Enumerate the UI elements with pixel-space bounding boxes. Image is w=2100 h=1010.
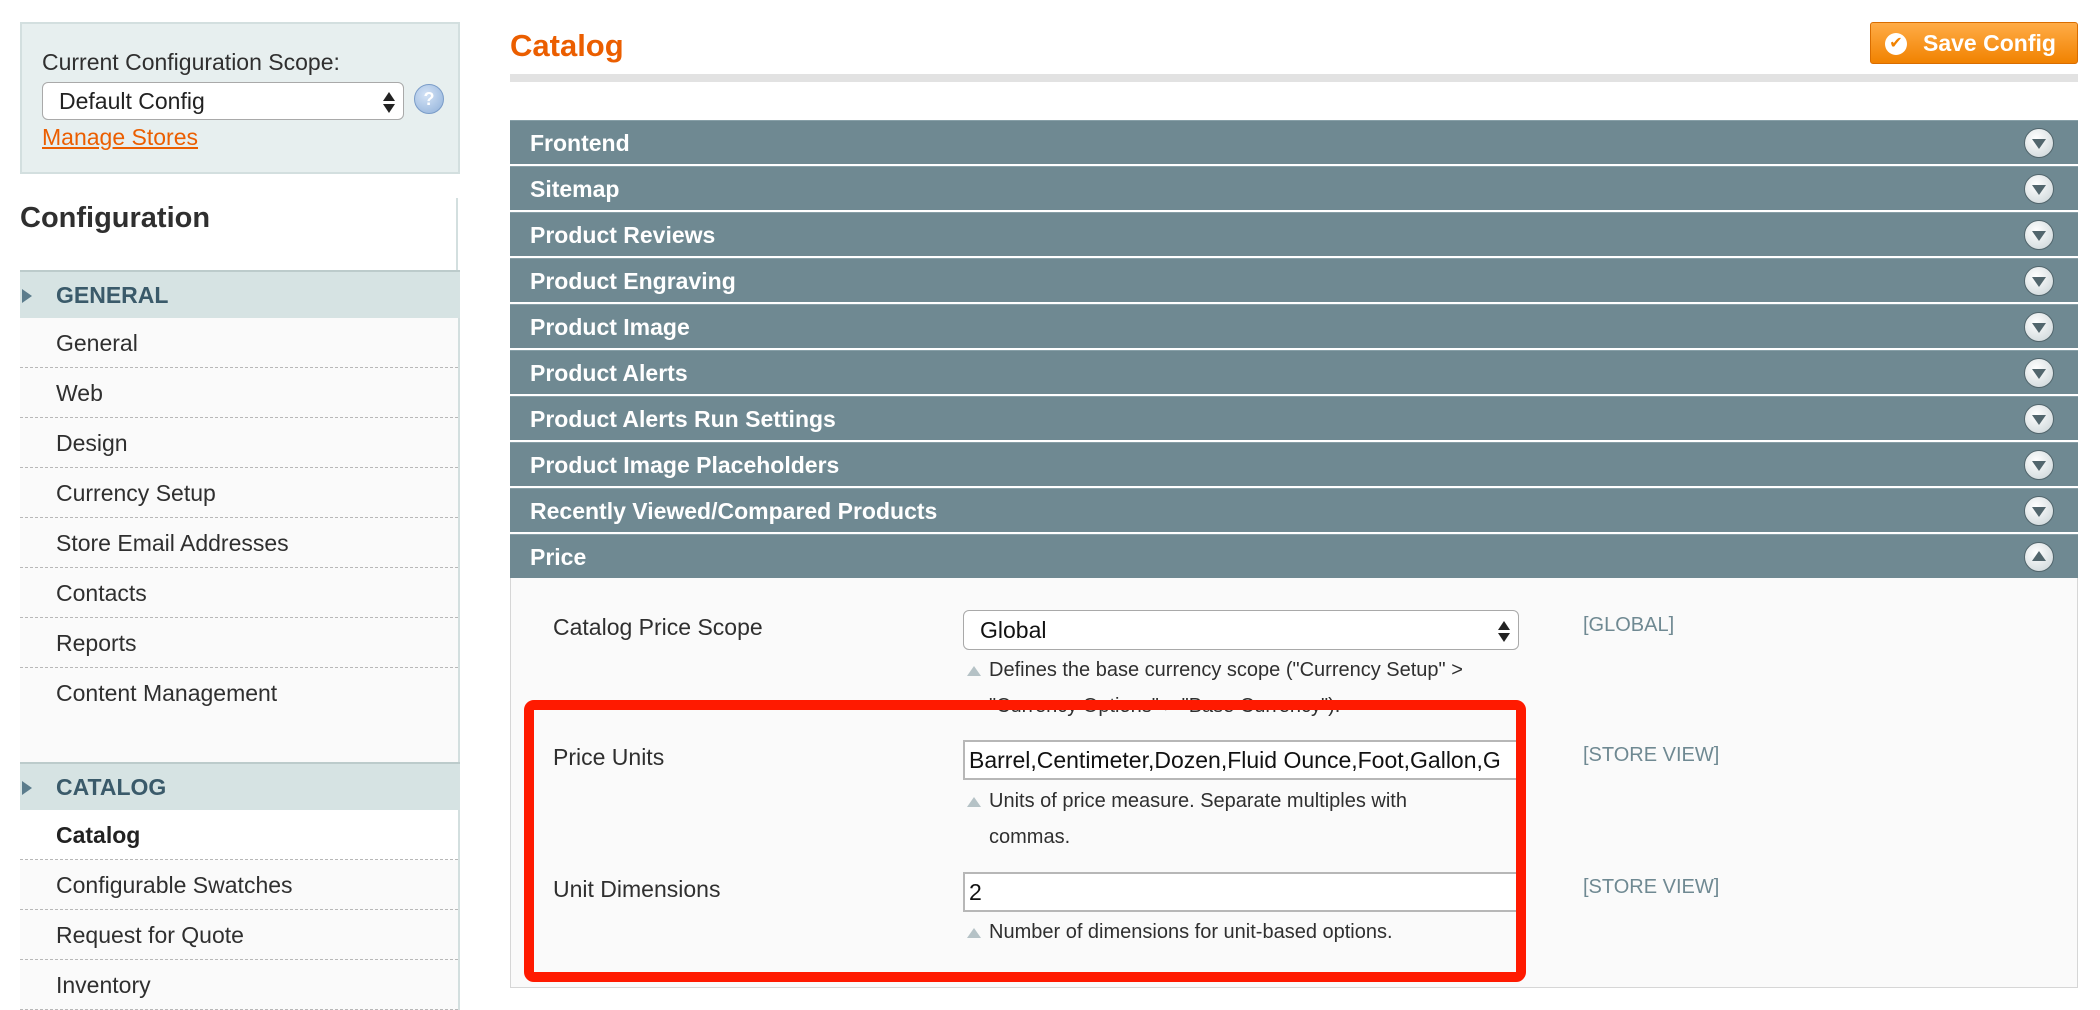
price-scope-note-line1: Defines the base currency scope ("Curren… [989,659,1463,681]
section-product-engraving[interactable]: Product Engraving [510,258,2078,302]
expand-icon[interactable] [2024,174,2054,204]
section-frontend[interactable]: Frontend [510,120,2078,164]
price-units-scope: [STORE VIEW] [1583,744,1720,766]
collapse-icon[interactable] [2024,542,2054,572]
section-label: Recently Viewed/Compared Products [530,498,938,524]
select-arrows-icon [1498,618,1510,644]
expand-icon[interactable] [2024,358,2054,388]
section-label: Product Reviews [530,222,716,248]
expand-icon[interactable] [2024,312,2054,342]
sidebar-item-reports[interactable]: Reports [20,618,458,668]
section-catalog-label: CATALOG [56,774,167,800]
sidebar-item-catalog[interactable]: Catalog [20,810,458,860]
general-nav-list: General Web Design Currency Setup Store … [20,318,460,762]
catalog-nav-list: Catalog Configurable Swatches Request fo… [20,810,460,1010]
price-scope-select[interactable]: Global [963,610,1519,650]
select-arrows-icon [383,89,395,115]
section-product-image[interactable]: Product Image [510,304,2078,348]
config-sections: Frontend Sitemap Product Reviews Product… [510,120,2078,988]
expand-icon[interactable] [2024,266,2054,296]
configuration-title: Configuration [20,198,458,270]
highlight-box [524,700,1526,982]
section-price[interactable]: Price [510,534,2078,578]
section-product-image-placeholders[interactable]: Product Image Placeholders [510,442,2078,486]
sidebar-item-web[interactable]: Web [20,368,458,418]
scope-select[interactable]: Default Config [42,82,404,120]
sidebar-item-currency-setup[interactable]: Currency Setup [20,468,458,518]
price-scope-label: Catalog Price Scope [553,614,763,640]
sidebar-item-store-email-addresses[interactable]: Store Email Addresses [20,518,458,568]
section-label: Price [530,544,587,570]
section-label: Product Image Placeholders [530,452,840,478]
expand-icon[interactable] [2024,450,2054,480]
title-divider [510,74,2078,82]
sidebar: Current Configuration Scope: Default Con… [20,22,460,1010]
scope-switcher: Current Configuration Scope: Default Con… [20,22,460,174]
price-scope-scope: [GLOBAL] [1583,614,1675,636]
sidebar-item-configurable-swatches[interactable]: Configurable Swatches [20,860,458,910]
manage-stores-link[interactable]: Manage Stores [42,124,198,151]
collapse-arrow-icon [22,289,32,303]
price-scope-value: Global [980,617,1047,643]
section-sitemap[interactable]: Sitemap [510,166,2078,210]
sidebar-item-contacts[interactable]: Contacts [20,568,458,618]
section-label: Sitemap [530,176,620,202]
sidebar-item-general[interactable]: General [20,318,458,368]
expand-icon[interactable] [2024,128,2054,158]
section-label: Product Image [530,314,690,340]
note-arrow-icon [967,666,981,676]
help-icon[interactable]: ? [414,84,444,114]
section-catalog[interactable]: CATALOG [20,762,460,810]
save-config-label: Save Config [1923,30,2056,56]
collapse-arrow-icon [22,781,32,795]
sidebar-item-design[interactable]: Design [20,418,458,468]
page-title: Catalog [510,28,624,63]
section-label: Product Alerts Run Settings [530,406,836,432]
section-label: Product Alerts [530,360,688,386]
section-label: Frontend [530,130,630,156]
price-panel: Catalog Price Scope Global [GLOBAL] Defi… [510,578,2078,988]
main-content: Catalog ✔ Save Config Frontend Sitemap P… [510,0,2078,994]
save-config-button[interactable]: ✔ Save Config [1870,22,2078,64]
section-product-reviews[interactable]: Product Reviews [510,212,2078,256]
section-label: Product Engraving [530,268,736,294]
expand-icon[interactable] [2024,220,2054,250]
expand-icon[interactable] [2024,496,2054,526]
section-general[interactable]: GENERAL [20,270,460,318]
check-icon: ✔ [1885,33,1907,55]
scope-select-value: Default Config [59,88,205,114]
section-general-label: GENERAL [56,282,169,308]
expand-icon[interactable] [2024,404,2054,434]
sidebar-item-inventory[interactable]: Inventory [20,960,458,1010]
unit-dimensions-scope: [STORE VIEW] [1583,876,1720,898]
scope-label: Current Configuration Scope: [42,49,340,75]
section-product-alerts[interactable]: Product Alerts [510,350,2078,394]
section-recently-viewed-compared[interactable]: Recently Viewed/Compared Products [510,488,2078,532]
section-product-alerts-run-settings[interactable]: Product Alerts Run Settings [510,396,2078,440]
sidebar-item-request-for-quote[interactable]: Request for Quote [20,910,458,960]
sidebar-item-content-management[interactable]: Content Management [20,668,458,718]
